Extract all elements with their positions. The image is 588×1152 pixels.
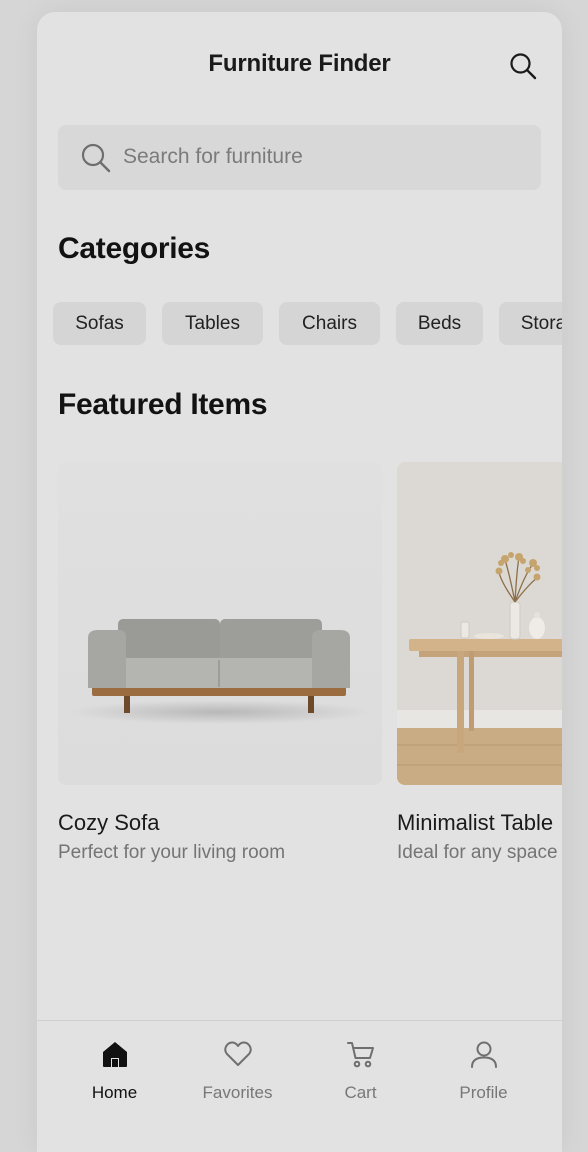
nav-item-cart[interactable]: Cart [299, 1021, 422, 1121]
category-chip-beds[interactable]: Beds [396, 302, 483, 345]
product-image-table [397, 462, 562, 785]
user-icon [471, 1041, 497, 1068]
home-icon [103, 1042, 127, 1067]
page-title: Furniture Finder [208, 50, 391, 77]
search-input[interactable]: Search for furniture [58, 125, 541, 190]
app-screen: Furniture Finder Search for furniture Ca… [37, 12, 562, 1152]
nav-label-profile: Profile [459, 1083, 508, 1102]
search-placeholder: Search for furniture [123, 145, 303, 168]
product-image-sofa [58, 462, 382, 785]
nav-label-cart: Cart [344, 1083, 377, 1102]
search-icon [510, 53, 537, 80]
search-icon [81, 143, 111, 173]
product-description: Ideal for any space [397, 842, 558, 863]
header-search-button[interactable] [508, 51, 538, 81]
bottom-navigation: Home Favorites Cart Profile [37, 1020, 562, 1151]
category-chip-sofas[interactable]: Sofas [53, 302, 146, 345]
category-chips: Sofas Tables Chairs Beds Storage [53, 302, 562, 346]
nav-label-home: Home [91, 1083, 138, 1102]
heart-icon [224, 1041, 252, 1066]
product-name: Cozy Sofa [58, 810, 160, 835]
nav-item-profile[interactable]: Profile [422, 1021, 545, 1121]
cart-icon [347, 1042, 374, 1068]
nav-label-favorites: Favorites [202, 1083, 273, 1102]
categories-heading: Categories [58, 232, 211, 265]
nav-item-favorites[interactable]: Favorites [176, 1021, 299, 1121]
category-chip-chairs[interactable]: Chairs [279, 302, 380, 345]
category-chip-storage[interactable]: Storage [499, 302, 562, 345]
featured-heading: Featured Items [58, 388, 268, 421]
product-description: Perfect for your living room [58, 842, 286, 863]
nav-item-home[interactable]: Home [53, 1021, 176, 1121]
product-name: Minimalist Table [397, 810, 554, 835]
category-chip-tables[interactable]: Tables [162, 302, 263, 345]
